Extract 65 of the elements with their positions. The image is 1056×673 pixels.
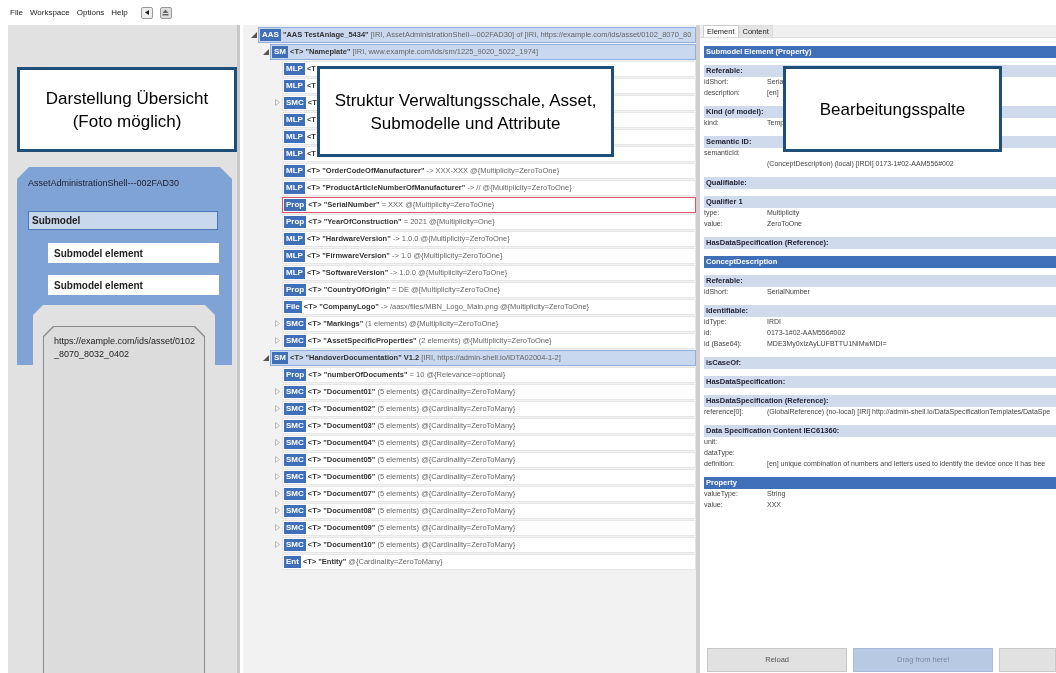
collapsed-triangle-icon[interactable] xyxy=(275,456,280,463)
submodel-bar: Submodel xyxy=(28,211,218,230)
type-badge: SMC xyxy=(284,317,306,330)
action-button[interactable] xyxy=(999,648,1056,672)
menu-item[interactable]: Workspace xyxy=(29,6,70,19)
type-badge: Prop xyxy=(284,368,307,381)
type-badge: MLP xyxy=(284,181,305,194)
type-badge: File xyxy=(284,300,302,313)
left-triangle-icon xyxy=(144,10,149,15)
type-badge: SMC xyxy=(284,521,306,534)
collapsed-triangle-icon[interactable] xyxy=(275,320,280,327)
type-badge: SMC xyxy=(284,504,306,517)
type-badge: Prop xyxy=(284,215,307,228)
expanded-triangle-icon[interactable] xyxy=(262,48,269,55)
collapsed-triangle-icon[interactable] xyxy=(275,337,280,344)
type-badge: Prop xyxy=(284,283,307,296)
collapsed-triangle-icon[interactable] xyxy=(275,388,280,395)
collapsed-triangle-icon[interactable] xyxy=(275,490,280,497)
type-badge: MLP xyxy=(284,113,305,126)
type-badge: MLP xyxy=(284,266,305,279)
asset-url: https://example.com/ids/asset/0102_8070_8032_0402 xyxy=(54,335,196,361)
submodel-element-bar: Submodel element xyxy=(48,243,219,263)
eject-icon xyxy=(162,9,170,16)
type-badge: MLP xyxy=(284,79,305,92)
type-badge: MLP xyxy=(284,62,305,75)
type-badge: SMC xyxy=(284,453,306,466)
collapsed-triangle-icon[interactable] xyxy=(275,405,280,412)
collapsed-triangle-icon[interactable] xyxy=(275,524,280,531)
shell-label: AssetAdministrationShell---002FAD30 xyxy=(28,177,180,190)
menu-item[interactable]: Options xyxy=(76,6,105,19)
type-badge: SMC xyxy=(284,436,306,449)
type-badge: SM xyxy=(272,45,288,58)
collapsed-triangle-icon[interactable] xyxy=(275,422,280,429)
type-badge: MLP xyxy=(284,130,305,143)
type-badge: MLP xyxy=(284,232,305,245)
menu-item[interactable]: File xyxy=(10,6,23,19)
callout-tooltip: Struktur Verwaltungsschale, Asset, Submodelle und Attribute xyxy=(317,66,614,157)
type-badge: MLP xyxy=(284,164,305,177)
type-badge: SMC xyxy=(284,538,306,551)
home-button[interactable] xyxy=(159,6,172,19)
collapsed-triangle-icon[interactable] xyxy=(275,541,280,548)
collapsed-triangle-icon[interactable] xyxy=(275,507,280,514)
submodel-element-bar: Submodel element xyxy=(48,275,219,295)
type-badge: SMC xyxy=(284,334,306,347)
type-badge: MLP xyxy=(284,249,305,262)
type-badge: Prop xyxy=(284,198,307,211)
type-badge: Ent xyxy=(284,555,301,568)
callout-tooltip: Bearbeitungsspalte xyxy=(783,66,1002,152)
type-badge: SMC xyxy=(284,402,306,415)
expanded-triangle-icon[interactable] xyxy=(262,354,269,361)
collapsed-triangle-icon[interactable] xyxy=(275,439,280,446)
type-badge: MLP xyxy=(284,147,305,160)
collapsed-triangle-icon[interactable] xyxy=(275,473,280,480)
callout-tooltip: Darstellung Übersicht (Foto möglich) xyxy=(17,67,237,152)
back-button[interactable] xyxy=(140,6,153,19)
type-badge: SMC xyxy=(284,96,306,109)
type-badge: SM xyxy=(272,351,288,364)
expanded-triangle-icon[interactable] xyxy=(250,31,257,38)
type-badge: SMC xyxy=(284,487,306,500)
type-badge: SMC xyxy=(284,470,306,483)
type-badge: SMC xyxy=(284,385,306,398)
collapsed-triangle-icon[interactable] xyxy=(275,99,280,106)
type-badge: AAS xyxy=(260,28,281,41)
type-badge: SMC xyxy=(284,419,306,432)
menu-item[interactable]: Help xyxy=(111,6,128,19)
